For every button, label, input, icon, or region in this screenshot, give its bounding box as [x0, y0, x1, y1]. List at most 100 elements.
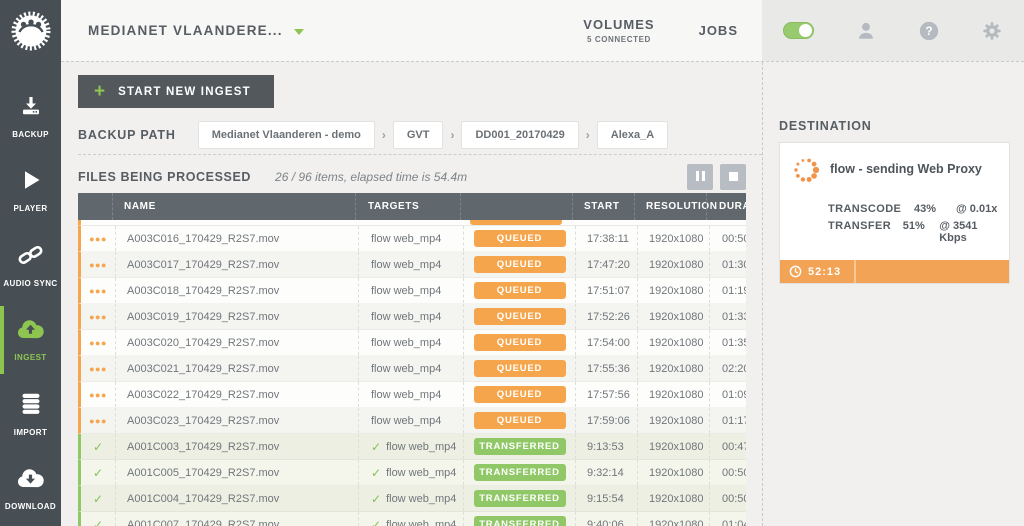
breadcrumb-item[interactable]: DD001_20170429 — [461, 121, 578, 149]
pause-button[interactable] — [687, 164, 713, 190]
start-new-ingest-label: START NEW INGEST — [118, 86, 251, 98]
sidebar-item-player[interactable]: PLAYER — [0, 154, 61, 229]
target-name: ✓flow web_mp4 — [358, 434, 463, 459]
sidebar-item-label: IMPORT — [14, 428, 48, 437]
cloud-download-icon — [16, 466, 45, 495]
start-time: 17:38:11 — [575, 226, 637, 251]
destination-card: flow - sending Web Proxy TRANSCODE 43% @… — [779, 142, 1010, 284]
table-row[interactable]: ●●●A003C021_170429_R2S7.movflow web_mp4Q… — [78, 356, 746, 382]
duration: 02:20 — [709, 356, 746, 381]
settings-gear-icon[interactable] — [981, 20, 1003, 42]
chevron-down-icon — [294, 29, 304, 35]
sidebar-item-download[interactable]: DOWNLOAD — [0, 452, 61, 526]
status-cell: QUEUED — [463, 278, 575, 303]
start-new-ingest-button[interactable]: + START NEW INGEST — [78, 75, 274, 108]
table-row[interactable]: ●●●A003C016_170429_R2S7.movflow web_mp4Q… — [78, 226, 746, 252]
nav-jobs[interactable]: JOBS — [699, 23, 738, 38]
table-row[interactable]: ●●●A003C019_170429_R2S7.movflow web_mp4Q… — [78, 304, 746, 330]
file-name: A003C021_170429_R2S7.mov — [115, 356, 358, 381]
breadcrumb-item[interactable]: Medianet Vlaanderen - demo — [198, 121, 375, 149]
destination-name: flow - sending Web Proxy — [830, 156, 982, 176]
table-header: NAME TARGETS START RESOLUTION DURATION — [78, 193, 746, 220]
duration: 01:35 — [709, 330, 746, 355]
column-header-start: START — [572, 193, 634, 220]
table-row[interactable]: ●●●A003C018_170429_R2S7.movflow web_mp4Q… — [78, 278, 746, 304]
status-cell: QUEUED — [463, 408, 575, 433]
table-row[interactable]: ●●●A003C023_170429_R2S7.movflow web_mp4Q… — [78, 408, 746, 434]
volumes-label: VOLUMES — [583, 17, 654, 32]
sidebar-item-backup[interactable]: BACKUP — [0, 79, 61, 154]
target-name: ✓flow web_mp4 — [358, 460, 463, 485]
files-meta: 26 / 96 items, elapsed time is 54.4m — [275, 170, 467, 184]
help-icon[interactable]: ? — [918, 20, 940, 42]
elapsed-time-segment: 52:13 — [780, 260, 856, 283]
status-cell: QUEUED — [463, 356, 575, 381]
breadcrumb-item[interactable]: GVT — [393, 121, 444, 149]
table-row[interactable]: ●●●A003C022_170429_R2S7.movflow web_mp4Q… — [78, 382, 746, 408]
breadcrumb-separator-icon: › — [586, 128, 590, 142]
status-badge: TRANSFERRED — [474, 516, 566, 526]
resolution: 1920x1080 — [637, 460, 709, 485]
stop-button[interactable] — [720, 164, 746, 190]
status-badge: TRANSFERRED — [474, 464, 566, 481]
target-name: flow web_mp4 — [358, 278, 463, 303]
main-content: + START NEW INGEST BACKUP PATH Medianet … — [61, 61, 1024, 526]
destination-panel: DESTINATION flow - sending Web Proxy TRA… — [762, 62, 1024, 526]
backup-path-label: BACKUP PATH — [78, 128, 176, 142]
app-logo[interactable] — [0, 0, 61, 61]
file-name: A001C007_170429_R2S7.mov — [115, 512, 358, 526]
column-header-duration: DURATION — [706, 193, 746, 220]
resolution: 1920x1080 — [637, 486, 709, 511]
status-badge: TRANSFERRED — [474, 438, 566, 455]
spinner-icon — [792, 156, 820, 184]
duration: 00:50 — [709, 460, 746, 485]
status-badge: QUEUED — [474, 412, 566, 429]
table-body[interactable]: ●●●A003C016_170429_R2S7.movflow web_mp4Q… — [78, 226, 746, 526]
files-title: FILES BEING PROCESSED — [78, 170, 251, 184]
sidebar-item-label: PLAYER — [13, 204, 47, 213]
destination-title: DESTINATION — [779, 119, 1024, 133]
duration: 00:50 — [709, 486, 746, 511]
status-badge: QUEUED — [474, 360, 566, 377]
check-icon: ✓ — [371, 518, 381, 526]
file-name: A001C005_170429_R2S7.mov — [115, 460, 358, 485]
check-icon: ✓ — [371, 440, 381, 454]
sidebar-item-audio-sync[interactable]: AUDIO SYNC — [0, 228, 61, 303]
resolution: 1920x1080 — [637, 356, 709, 381]
table-row[interactable]: ●●●A003C020_170429_R2S7.movflow web_mp4Q… — [78, 330, 746, 356]
table-row[interactable]: ✓A001C004_170429_R2S7.mov✓flow web_mp4TR… — [78, 486, 746, 512]
sidebar-item-import[interactable]: IMPORT — [0, 377, 61, 452]
row-done-icon: ✓ — [81, 460, 115, 485]
row-pending-icon: ●●● — [81, 304, 115, 329]
duration: 01:17 — [709, 408, 746, 433]
stop-icon — [729, 172, 738, 181]
user-icon[interactable] — [855, 20, 877, 42]
target-name: flow web_mp4 — [358, 408, 463, 433]
sidebar-item-label: DOWNLOAD — [5, 502, 56, 511]
duration: 01:19 — [709, 278, 746, 303]
nav-volumes[interactable]: VOLUMES 5 CONNECTED — [583, 17, 654, 44]
table-row[interactable]: ✓A001C007_170429_R2S7.mov✓flow web_mp4TR… — [78, 512, 746, 526]
file-name: A003C017_170429_R2S7.mov — [115, 252, 358, 277]
chain-link-icon — [17, 243, 44, 272]
target-name: flow web_mp4 — [358, 226, 463, 251]
destination-card-header: flow - sending Web Proxy — [780, 143, 1009, 186]
start-time: 17:54:00 — [575, 330, 637, 355]
organization-selector[interactable]: MEDIANET VLAANDERE... — [88, 0, 304, 61]
status-badge: QUEUED — [474, 256, 566, 273]
start-time: 17:55:36 — [575, 356, 637, 381]
table-row[interactable]: ✓A001C005_170429_R2S7.mov✓flow web_mp4 TR… — [78, 460, 746, 486]
sidebar-item-ingest[interactable]: INGEST — [0, 303, 61, 378]
status-badge — [470, 220, 562, 225]
start-time: 17:57:56 — [575, 382, 637, 407]
table-row[interactable]: ✓A001C003_170429_R2S7.mov✓flow web_mp4TR… — [78, 434, 746, 460]
status-badge: QUEUED — [474, 334, 566, 351]
power-toggle[interactable] — [783, 22, 814, 39]
elapsed-time: 52:13 — [808, 266, 841, 278]
database-icon — [19, 392, 43, 421]
file-name: A001C004_170429_R2S7.mov — [115, 486, 358, 511]
transcode-row: TRANSCODE 43% @ 0.01x — [828, 203, 999, 215]
transcode-percent: 43% — [914, 203, 956, 215]
table-row[interactable]: ●●●A003C017_170429_R2S7.movflow web_mp4Q… — [78, 252, 746, 278]
breadcrumb-item[interactable]: Alexa_A — [597, 121, 668, 149]
